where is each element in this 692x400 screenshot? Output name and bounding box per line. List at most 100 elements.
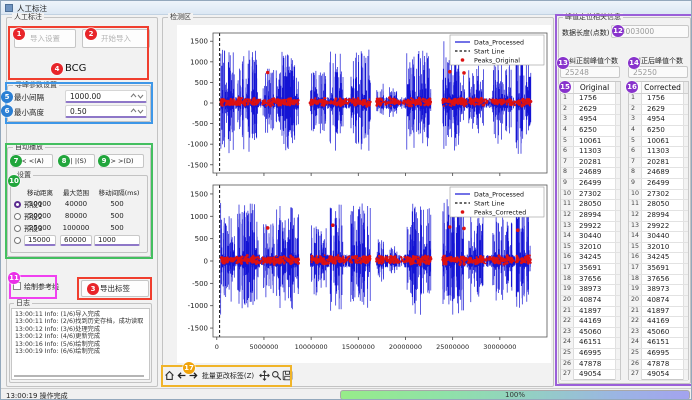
table-row[interactable]: 1735691 (561, 264, 620, 275)
peak-info-group-title: 峰值定位相关信息 (563, 13, 623, 22)
table-row[interactable]: 720281 (561, 158, 620, 169)
autoplay-forward-button[interactable]: > >(D) (100, 154, 144, 168)
forward-arrow-icon[interactable] (188, 370, 199, 381)
reference-line-checkbox[interactable] (13, 282, 21, 290)
preset-radio[interactable] (14, 237, 21, 244)
table-row[interactable]: 46250 (561, 126, 620, 137)
chart-peaks-original[interactable]: 150010005000-500-1000-1500Data_Processed… (177, 27, 551, 177)
min-interval-spinbox[interactable]: 1000.00 (65, 90, 147, 103)
autoplay-back-button[interactable]: < <(A) (12, 154, 53, 168)
table-row[interactable]: 1735691 (629, 264, 688, 275)
table-row[interactable]: 2647878 (561, 360, 620, 371)
table-row[interactable]: 1430440 (561, 232, 620, 243)
table-row[interactable]: 1430440 (629, 232, 688, 243)
svg-text:-1500: -1500 (188, 325, 208, 333)
table-row[interactable]: 46250 (629, 126, 688, 137)
zoom-icon[interactable] (271, 370, 282, 381)
log-scrollbar[interactable] (14, 375, 144, 377)
table-row[interactable]: 22629 (561, 105, 620, 116)
table-row[interactable]: 34954 (561, 115, 620, 126)
min-height-spinbox[interactable]: 0.50 (65, 105, 147, 118)
save-icon[interactable] (282, 370, 293, 381)
table-row[interactable]: 1228994 (561, 211, 620, 222)
original-table-header: Original (574, 82, 615, 93)
table-row[interactable]: 2446151 (561, 338, 620, 349)
table-row[interactable]: 926499 (629, 179, 688, 190)
table-row[interactable]: 22629 (629, 105, 688, 116)
corrected-table-scrollbar[interactable] (683, 82, 688, 93)
export-labels-button[interactable]: 导出标签 (81, 280, 149, 297)
table-row[interactable]: 1837656 (629, 275, 688, 286)
preset-radio[interactable] (14, 201, 21, 208)
original-table-scrollbar[interactable] (615, 82, 620, 93)
svg-text:Start Line: Start Line (474, 200, 505, 207)
corrected-peaks-table[interactable]: Corrected 117562262934954462505100616113… (628, 81, 689, 380)
autoplay-pause-button[interactable]: | |(S) (62, 154, 95, 168)
svg-text:-1500: -1500 (188, 161, 208, 169)
table-row[interactable]: 2345060 (561, 328, 620, 339)
preset-radio[interactable] (14, 225, 21, 232)
table-row[interactable]: 510061 (629, 137, 688, 148)
table-row[interactable]: 2749054 (629, 370, 688, 381)
table-row[interactable]: 2244169 (561, 317, 620, 328)
home-icon[interactable] (164, 370, 175, 381)
table-row[interactable]: 1532010 (561, 243, 620, 254)
table-row[interactable]: 1128050 (629, 200, 688, 211)
preset-radio[interactable] (14, 213, 21, 220)
table-row[interactable]: 2749054 (561, 370, 620, 381)
table-row[interactable]: 1329922 (561, 222, 620, 233)
data-length-field[interactable]: 33003000 (611, 25, 689, 38)
table-row[interactable]: 2141897 (561, 307, 620, 318)
preset-custom-input[interactable]: 1000 (94, 235, 140, 246)
table-row[interactable]: 2244169 (629, 317, 688, 328)
post-correction-count-field[interactable]: 25250 (628, 66, 688, 78)
progress-bar: 100% (340, 390, 690, 400)
peak-value: 47878 (574, 360, 615, 370)
table-row[interactable]: 1837656 (561, 275, 620, 286)
table-row[interactable]: 34954 (629, 115, 688, 126)
preset-custom-input[interactable]: 15000 (24, 235, 56, 246)
start-import-button[interactable]: 开始导入 (82, 29, 150, 48)
spinner-arrows-icon[interactable] (130, 107, 144, 115)
table-row[interactable]: 1532010 (629, 243, 688, 254)
table-row[interactable]: 1938973 (561, 285, 620, 296)
back-arrow-icon[interactable] (176, 370, 187, 381)
progress-label: 100% (505, 391, 525, 399)
table-row[interactable]: 1228994 (629, 211, 688, 222)
table-row[interactable]: 1634245 (629, 253, 688, 264)
pan-icon[interactable] (259, 370, 270, 381)
table-row[interactable]: 2647878 (629, 360, 688, 371)
table-row[interactable]: 611303 (629, 147, 688, 158)
table-row[interactable]: 824689 (629, 168, 688, 179)
table-row[interactable]: 1329922 (629, 222, 688, 233)
pre-correction-count-field[interactable]: 25248 (560, 66, 620, 78)
batch-change-labels-button[interactable]: 批量更改标签(Z) (200, 369, 256, 383)
table-row[interactable]: 11756 (629, 94, 688, 105)
table-row[interactable]: 2141897 (629, 307, 688, 318)
import-settings-button[interactable]: 导入设置 (14, 29, 76, 48)
table-row[interactable]: 11756 (561, 94, 620, 105)
table-row[interactable]: 2546995 (561, 349, 620, 360)
log-output[interactable]: 13:00:11 Info: (1/6)导入完成13:00:11 Info: (… (11, 308, 150, 380)
table-row[interactable]: 510061 (561, 137, 620, 148)
table-row[interactable]: 1634245 (561, 253, 620, 264)
table-row[interactable]: 1938973 (629, 285, 688, 296)
peak-value: 20281 (642, 158, 683, 168)
table-row[interactable]: 1128050 (561, 200, 620, 211)
chart-peaks-corrected[interactable]: 150010005000-500-1000-150005000000100000… (177, 179, 551, 357)
table-row[interactable]: 926499 (561, 179, 620, 190)
table-row[interactable]: 824689 (561, 168, 620, 179)
preset-custom-input[interactable]: 60000 (60, 235, 92, 246)
table-row[interactable]: 611303 (561, 147, 620, 158)
table-row[interactable]: 2446151 (629, 338, 688, 349)
spinner-arrows-icon[interactable] (130, 92, 144, 100)
original-peaks-table[interactable]: Original 1175622629349544625051006161130… (560, 81, 621, 380)
table-row[interactable]: 2040874 (561, 296, 620, 307)
table-row[interactable]: 2040874 (629, 296, 688, 307)
preset-value: 25000 (25, 224, 55, 232)
table-row[interactable]: 1027302 (629, 190, 688, 201)
table-row[interactable]: 720281 (629, 158, 688, 169)
table-row[interactable]: 2546995 (629, 349, 688, 360)
table-row[interactable]: 1027302 (561, 190, 620, 201)
table-row[interactable]: 2345060 (629, 328, 688, 339)
